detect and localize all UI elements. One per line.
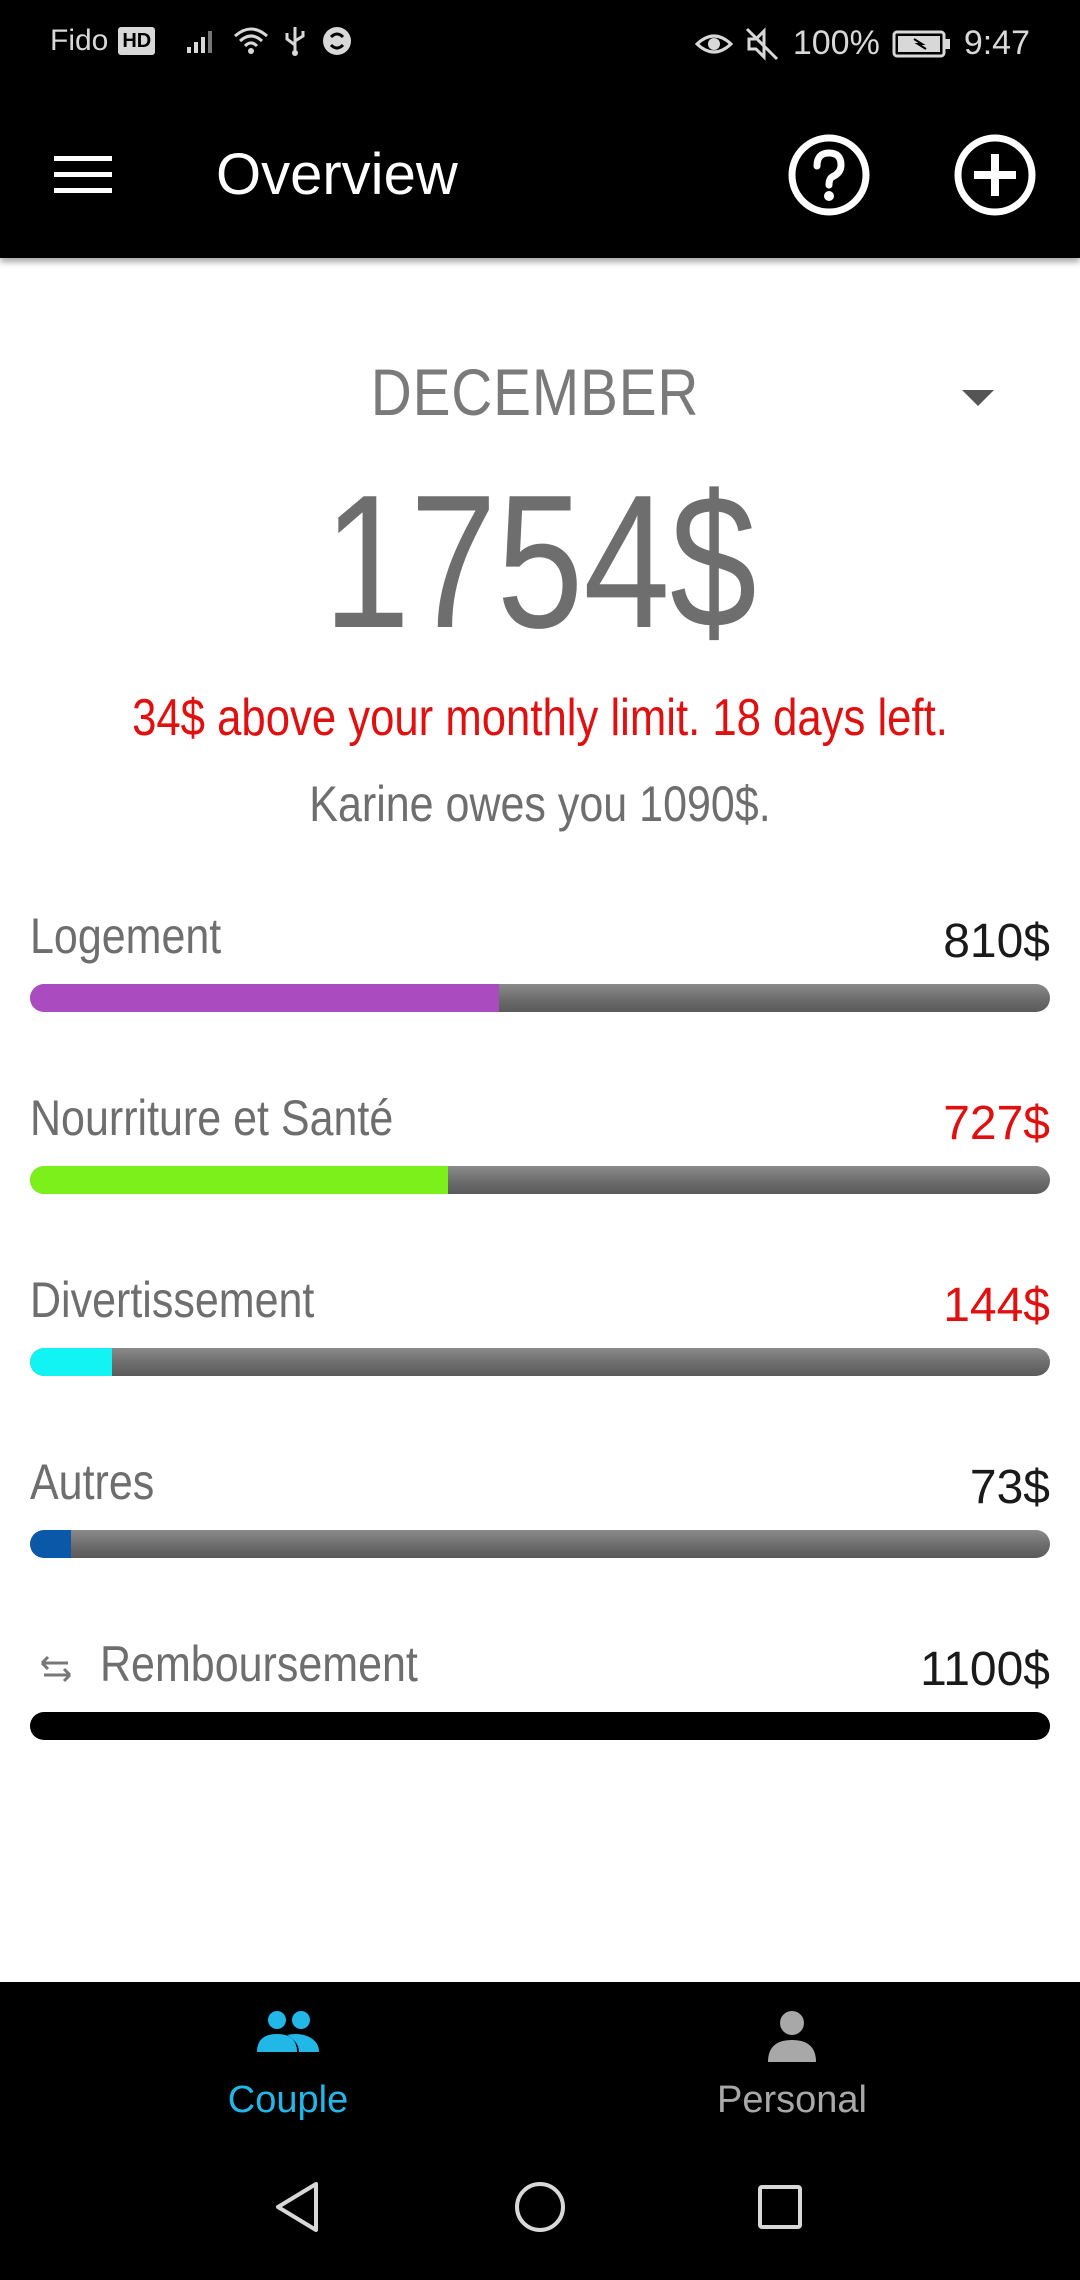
category-amount: 144$ [943,1279,1050,1332]
carrier-name: Fido [50,24,109,57]
reimbursement-label-group: Remboursement [30,1632,470,1696]
status-icons-left [185,25,353,57]
home-button[interactable] [505,2172,575,2242]
bottom-navigation: Couple Personal [0,1982,1080,2132]
month-selector[interactable]: DECEMBER [0,340,1080,450]
battery-icon [892,30,950,57]
category-label: Autres [30,1454,155,1510]
signal-icon [187,31,213,53]
tab-personal[interactable]: Personal [522,1982,1062,2132]
help-button[interactable] [786,132,872,218]
category-progress-fill [30,1530,71,1558]
category-progress-fill [30,984,500,1012]
reimbursement-label: Remboursement [100,1636,418,1692]
app-screen: Fido HD 100% 9:47 Overview DECEMBER 1754… [0,0,1080,2280]
tab-label: Personal [717,2079,867,2121]
dropdown-arrow-icon [962,390,994,406]
tab-couple[interactable]: Couple [18,1982,558,2132]
wifi-icon [234,27,269,54]
month-label: DECEMBER [370,355,700,429]
category-divertissement[interactable]: Divertissement 144$ [30,1268,1050,1388]
eye-icon [694,34,733,53]
add-expense-button[interactable] [952,132,1038,218]
usb-icon [285,27,305,56]
status-right: 100% 9:47 [694,24,1030,63]
back-button[interactable] [264,2172,334,2242]
category-label: Nourriture et Santé [30,1090,394,1146]
mute-icon [745,26,778,61]
category-progress-bar [30,1348,1050,1376]
home-icon [515,2182,565,2232]
reimbursement-amount: 1100$ [920,1643,1050,1696]
help-circle-icon [788,134,870,216]
sync-icon [323,27,352,55]
category-amount: 727$ [943,1097,1050,1150]
back-icon [276,2182,318,2232]
app-bar: Overview [0,92,1080,258]
swap-arrows-icon [40,1655,72,1683]
category-label: Logement [30,908,222,964]
recents-button[interactable] [745,2172,815,2242]
page-title: Overview [216,142,458,207]
battery-percent: 100% [792,24,880,62]
category-label: Divertissement [30,1272,315,1328]
clock: 9:47 [963,24,1030,62]
category-amount: 73$ [969,1461,1050,1514]
category-nourriture-et-sante[interactable]: Nourriture et Santé 727$ [30,1086,1050,1206]
category-logement[interactable]: Logement 810$ [30,904,1050,1024]
menu-button[interactable] [52,150,116,200]
reimbursement-bar [30,1712,1050,1740]
status-left: Fido HD [50,24,353,58]
hd-badge: HD [118,27,156,55]
status-bar: Fido HD 100% 9:47 [0,0,1080,92]
add-circle-icon [954,134,1036,216]
category-progress-bar [30,1166,1050,1194]
person-icon [768,2011,816,2062]
category-autres[interactable]: Autres 73$ [30,1450,1050,1570]
category-progress-bar [30,1530,1050,1558]
people-icon [257,2011,319,2052]
system-navigation-bar [0,2132,1080,2280]
owes-message: Karine owes you 1090$. [309,776,771,832]
category-progress-fill [30,1348,112,1376]
reimbursement-row[interactable]: Remboursement 1100$ [30,1632,1050,1752]
monthly-total: 1754$ [323,456,757,668]
recents-icon [758,2185,802,2229]
tab-label: Couple [227,2079,349,2121]
category-progress-bar [30,984,1050,1012]
menu-icon [54,156,112,193]
limit-warning: 34$ above your monthly limit. 18 days le… [132,689,948,747]
category-amount: 810$ [943,915,1050,968]
category-progress-fill [30,1166,449,1194]
